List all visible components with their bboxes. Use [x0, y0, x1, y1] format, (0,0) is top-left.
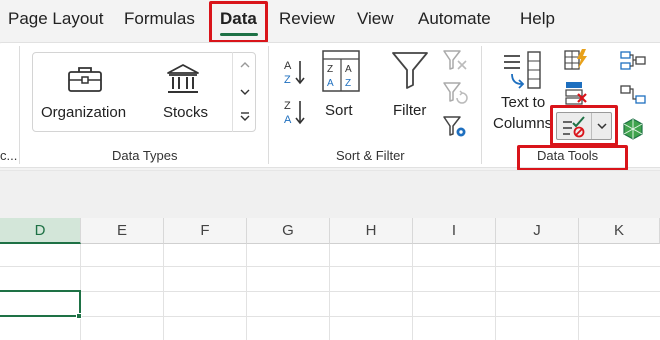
- sort-a-to-z-icon[interactable]: A Z: [282, 58, 308, 86]
- sort-z-to-a-icon[interactable]: Z A: [282, 98, 308, 126]
- clear-filter-icon[interactable]: [442, 48, 468, 72]
- gallery-more-button[interactable]: [233, 105, 256, 131]
- data-tools-highlight: [517, 145, 628, 171]
- svg-text:A: A: [345, 64, 352, 75]
- group-label-sort-filter: Sort & Filter: [336, 148, 405, 163]
- stocks-button[interactable]: Stocks: [145, 55, 225, 129]
- column-header-i[interactable]: I: [413, 218, 496, 244]
- data-model-icon[interactable]: [622, 118, 644, 140]
- tab-page-layout[interactable]: Page Layout: [8, 9, 103, 29]
- text-to-columns-label-line1: Text to: [501, 94, 546, 111]
- data-types-gallery: Organization Stocks: [32, 52, 256, 132]
- fill-handle[interactable]: [76, 313, 82, 319]
- chevron-up-icon: [240, 62, 249, 68]
- gallery-scroll-up[interactable]: [233, 52, 256, 78]
- worksheet-grid: D E F G H I J K: [0, 218, 660, 340]
- grid-line: [0, 266, 660, 267]
- organization-label: Organization: [41, 104, 127, 121]
- gallery-scroll-down[interactable]: [233, 79, 256, 105]
- chevron-down-icon: [240, 89, 249, 95]
- grid-line: [0, 316, 660, 317]
- sort-label: Sort: [325, 102, 353, 119]
- grid-line: [495, 244, 496, 340]
- remove-duplicates-icon[interactable]: [564, 80, 588, 106]
- briefcase-icon: [68, 67, 102, 92]
- gallery-scroll: [232, 52, 256, 132]
- stocks-label: Stocks: [163, 104, 209, 121]
- tab-help[interactable]: Help: [520, 9, 555, 29]
- column-header-k[interactable]: K: [579, 218, 660, 244]
- funnel-icon: [392, 52, 428, 89]
- reapply-filter-icon[interactable]: [442, 80, 468, 104]
- tab-view[interactable]: View: [357, 9, 394, 29]
- sort-button[interactable]: Z A A Z Sort: [318, 50, 366, 130]
- tab-review[interactable]: Review: [279, 9, 335, 29]
- text-to-columns-label-line2: Columns: [493, 115, 553, 132]
- svg-text:A: A: [284, 60, 292, 72]
- grid-line: [0, 291, 660, 292]
- ribbon-tabs: Page Layout Formulas Data Review View Au…: [0, 0, 660, 43]
- group-separator: [268, 46, 269, 164]
- sort-dialog-icon: Z A A Z: [322, 50, 360, 92]
- svg-text:Z: Z: [284, 100, 291, 112]
- filter-label: Filter: [393, 102, 427, 119]
- grid-line: [246, 244, 247, 340]
- column-header-g[interactable]: G: [247, 218, 330, 244]
- tab-automate[interactable]: Automate: [418, 9, 491, 29]
- svg-text:Z: Z: [327, 64, 333, 75]
- grid-line: [578, 244, 579, 340]
- data-tab-highlight: [209, 1, 268, 43]
- bank-icon: [167, 64, 199, 93]
- organization-button[interactable]: Organization: [35, 55, 135, 129]
- consolidate-icon[interactable]: [620, 50, 646, 72]
- svg-text:A: A: [327, 78, 334, 89]
- data-validation-highlight: [550, 105, 618, 146]
- grid-line: [163, 244, 164, 340]
- formula-band: [0, 170, 660, 218]
- column-header-e[interactable]: E: [81, 218, 164, 244]
- group-separator: [19, 46, 20, 164]
- svg-text:Z: Z: [284, 74, 291, 86]
- more-icon: [240, 112, 249, 121]
- tab-formulas[interactable]: Formulas: [124, 9, 195, 29]
- group-separator: [481, 46, 482, 164]
- group-label-previous: c...: [0, 148, 18, 163]
- relationships-icon[interactable]: [620, 84, 646, 106]
- active-cell[interactable]: [0, 290, 81, 317]
- text-to-columns-button[interactable]: Text to Columns: [490, 50, 552, 134]
- column-header-j[interactable]: J: [496, 218, 579, 244]
- column-header-h[interactable]: H: [330, 218, 413, 244]
- column-header-f[interactable]: F: [164, 218, 247, 244]
- group-label-data-types: Data Types: [112, 148, 178, 163]
- svg-text:Z: Z: [345, 78, 351, 89]
- advanced-filter-icon[interactable]: [442, 114, 468, 140]
- ribbon: c... Organization Stocks Data Types A Z …: [0, 42, 660, 171]
- text-to-columns-icon: [504, 51, 541, 89]
- filter-button[interactable]: Filter: [386, 50, 434, 130]
- grid-line: [412, 244, 413, 340]
- column-header-d[interactable]: D: [0, 218, 81, 244]
- grid-line: [329, 244, 330, 340]
- svg-text:A: A: [284, 114, 292, 126]
- flash-fill-icon[interactable]: [564, 48, 588, 72]
